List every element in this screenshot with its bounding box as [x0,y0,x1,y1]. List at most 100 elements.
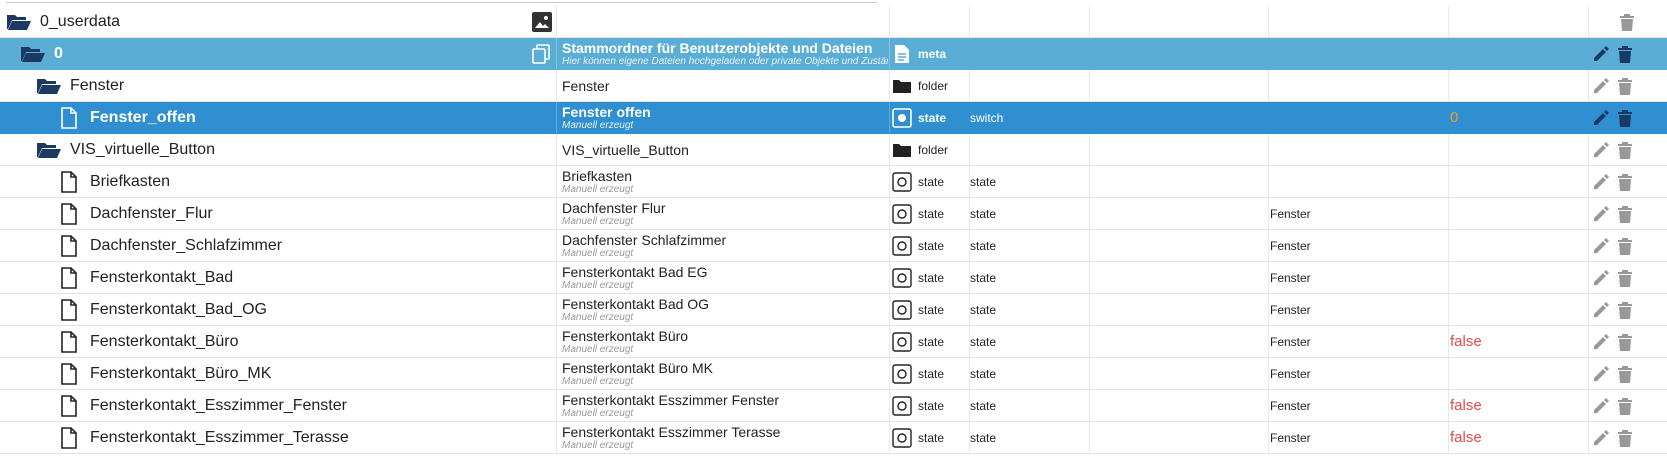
tree-row-state[interactable]: Dachfenster_Schlafzimmer Dachfenster Sch… [0,230,1667,262]
type-label: meta [918,46,947,61]
room-cell: Fenster [1270,206,1311,221]
folder-open-icon[interactable] [36,75,62,97]
column-divider [556,6,557,37]
edit-icon[interactable] [1590,395,1612,417]
tree-row-state[interactable]: Fensterkontakt_Esszimmer_Terasse Fenster… [0,422,1667,454]
row-name: Fensterkontakt_Esszimmer_Terasse [90,428,349,446]
tree-row-fenster[interactable]: Fenster Fenster folder [0,70,1667,102]
value-cell[interactable] [1450,262,1590,293]
tree-row-vis-virtuelle-button[interactable]: VIS_virtuelle_Button VIS_virtuelle_Butto… [0,134,1667,166]
folder-open-icon[interactable] [36,139,62,161]
column-divider [556,70,557,101]
folder-icon [892,140,912,160]
tree-row-state[interactable]: Fensterkontakt_Bad_OG Fensterkontakt Bad… [0,294,1667,326]
description-cell: Fensterkontakt Bad EG Manuell erzeugt [562,262,888,293]
delete-icon[interactable] [1614,395,1636,417]
room-cell [1270,166,1438,197]
edit-icon[interactable] [1590,203,1612,225]
edit-icon[interactable] [1590,75,1612,97]
edit-icon[interactable] [1590,267,1612,289]
room-cell: Fenster [1270,398,1311,413]
tree-row-0[interactable]: 0 Stammordner für Benutzerobjekte und Da… [0,38,1667,70]
delete-icon[interactable] [1614,75,1636,97]
column-divider [1268,422,1269,453]
image-icon[interactable] [530,10,554,34]
delete-icon[interactable] [1614,235,1636,257]
column-divider [556,294,557,325]
delete-icon[interactable] [1614,363,1636,385]
row-name: Fenster_offen [90,108,196,126]
delete-icon[interactable] [1614,107,1636,129]
column-divider [1588,6,1589,37]
delete-icon[interactable] [1614,267,1636,289]
folder-open-icon[interactable] [20,43,46,65]
edit-icon[interactable] [1590,427,1612,449]
column-divider [556,358,557,389]
column-divider [889,230,890,261]
delete-icon[interactable] [1614,331,1636,353]
row-name: Dachfenster_Schlafzimmer [90,236,283,254]
row-name: Fensterkontakt_Büro_MK [90,364,272,382]
value-cell[interactable] [1450,198,1590,229]
value-cell[interactable]: 0 [1450,102,1590,133]
name-cell: Fenster [0,70,556,101]
column-divider [1089,198,1090,229]
name-cell: Fensterkontakt_Bad_OG [0,294,556,325]
value-cell[interactable]: false [1450,390,1590,421]
actions-cell [1590,230,1667,261]
column-divider [1268,358,1269,389]
copy-icon[interactable] [530,43,552,65]
column-divider [889,358,890,389]
tree-row-state[interactable]: Fensterkontakt_Büro_MK Fensterkontakt Bü… [0,358,1667,390]
value-cell[interactable] [1450,358,1590,389]
role-cell: state [970,270,997,285]
file-icon [56,394,82,417]
tree-row-state[interactable]: Dachfenster_Flur Dachfenster Flur Manuel… [0,198,1667,230]
tree-row-state[interactable]: Briefkasten Briefkasten Manuell erzeugt … [0,166,1667,198]
column-divider [1448,390,1449,421]
delete-icon[interactable] [1614,139,1636,161]
column-divider [969,134,970,165]
name-cell: Briefkasten [0,166,556,197]
edit-icon[interactable] [1590,235,1612,257]
type-cell: state [892,294,968,325]
edit-icon[interactable] [1590,299,1612,321]
column-divider [556,326,557,357]
edit-icon[interactable] [1590,363,1612,385]
value-cell[interactable] [1450,166,1590,197]
tree-row-state[interactable]: Fensterkontakt_Esszimmer_Fenster Fenster… [0,390,1667,422]
actions-cell [1590,134,1667,165]
row-name: Fensterkontakt_Esszimmer_Fenster [90,396,347,414]
folder-open-icon[interactable] [6,11,32,33]
description-cell: Fensterkontakt Esszimmer Fenster Manuell… [562,390,888,421]
value-cell[interactable] [1450,294,1590,325]
column-divider [556,262,557,293]
row-name: Fensterkontakt_Büro [90,332,239,350]
description-subtitle: Manuell erzeugt [562,344,634,355]
tree-row-state[interactable]: Fensterkontakt_Bad Fensterkontakt Bad EG… [0,262,1667,294]
description-cell: Fensterkontakt Bad OG Manuell erzeugt [562,294,888,325]
delete-icon[interactable] [1614,43,1636,65]
value-cell[interactable] [1450,230,1590,261]
edit-icon[interactable] [1590,331,1612,353]
delete-icon[interactable] [1614,427,1636,449]
description-subtitle: Manuell erzeugt [562,280,634,291]
edit-icon[interactable] [1590,43,1612,65]
delete-icon[interactable] [1616,11,1638,33]
description-cell: Fensterkontakt Büro Manuell erzeugt [562,326,888,357]
type-label: state [918,238,945,253]
row-name: Fensterkontakt_Bad [90,268,234,286]
value-cell[interactable]: false [1450,422,1590,453]
delete-icon[interactable] [1614,299,1636,321]
edit-icon[interactable] [1590,139,1612,161]
value-cell[interactable]: false [1450,326,1590,357]
tree-row-0-userdata[interactable]: 0_userdata [0,6,1667,38]
delete-icon[interactable] [1614,203,1636,225]
edit-icon[interactable] [1590,107,1612,129]
room-cell: Fenster [1270,302,1311,317]
edit-icon[interactable] [1590,171,1612,193]
tree-row-fenster-offen[interactable]: Fenster_offen Fenster offen Manuell erze… [0,102,1667,134]
delete-icon[interactable] [1614,171,1636,193]
tree-row-state[interactable]: Fensterkontakt_Büro Fensterkontakt Büro … [0,326,1667,358]
description-subtitle: Manuell erzeugt [562,408,634,419]
